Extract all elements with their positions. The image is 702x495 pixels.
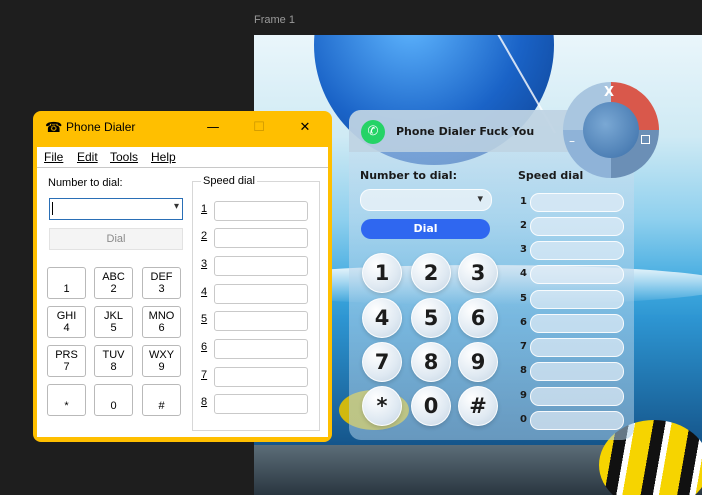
speed-dial-button-3[interactable] <box>214 256 308 276</box>
classic-client-area: File Edit Tools Help Number to dial: ▾ D… <box>37 147 328 437</box>
glass-speed-dial-number: 7 <box>520 341 527 352</box>
chevron-down-icon[interactable]: ▾ <box>174 201 179 212</box>
glass-speed-dial-button-6[interactable] <box>530 314 624 333</box>
glass-number-combobox[interactable]: ▾ <box>360 189 492 211</box>
speed-dial-number: 5 <box>201 313 208 325</box>
glass-minimize-button[interactable]: – <box>569 134 575 148</box>
key-0[interactable]: 0 <box>94 384 133 416</box>
glass-speed-dial-number: 0 <box>520 414 527 425</box>
speed-dial-number: 7 <box>201 369 208 381</box>
glass-speed-dial-number: 3 <box>520 244 527 255</box>
chevron-down-icon[interactable]: ▾ <box>477 192 483 205</box>
glass-speed-dial-number: 2 <box>520 220 527 231</box>
glass-speed-dial-number: 4 <box>520 268 527 279</box>
glass-speed-dial-number: 1 <box>520 196 527 207</box>
glass-maximize-button[interactable] <box>641 135 650 144</box>
key-9[interactable]: WXY 9 <box>142 345 181 377</box>
glass-speed-dial-number: 5 <box>520 293 527 304</box>
dial-button[interactable]: Dial <box>49 228 183 250</box>
glass-key-2[interactable]: 2 <box>411 253 451 293</box>
glass-speed-dial-button-5[interactable] <box>530 290 624 309</box>
speed-dial-number: 6 <box>201 341 208 353</box>
control-ring-center <box>583 102 639 158</box>
text-caret <box>52 202 53 215</box>
glass-speed-dial-button-2[interactable] <box>530 217 624 236</box>
speed-dial-number: 4 <box>201 286 208 298</box>
classic-dialer-window: ☎ Phone Dialer — ☐ ✕ File Edit Tools Hel… <box>33 111 332 442</box>
glass-dial-button[interactable]: Dial <box>361 219 490 239</box>
maximize-button[interactable]: ☐ <box>244 117 274 139</box>
speed-dial-number: 3 <box>201 258 208 270</box>
key-6[interactable]: MNO 6 <box>142 306 181 338</box>
glass-speed-dial-label: Speed dial <box>518 169 584 182</box>
speed-dial-button-7[interactable] <box>214 367 308 387</box>
speed-dial-button-4[interactable] <box>214 284 308 304</box>
glass-key-3[interactable]: 3 <box>458 253 498 293</box>
close-button[interactable]: ✕ <box>290 117 320 139</box>
menu-tools[interactable]: Tools <box>110 150 138 164</box>
glass-speed-dial-number: 8 <box>520 365 527 376</box>
menu-bar: File Edit Tools Help <box>37 147 328 168</box>
speed-dial-button-1[interactable] <box>214 201 308 221</box>
glass-speed-dial-button-4[interactable] <box>530 265 624 284</box>
frame-label: Frame 1 <box>254 14 295 26</box>
whatsapp-icon: ✆ <box>361 120 385 144</box>
phone-app-icon: ☎ <box>45 120 63 136</box>
glass-number-to-dial-label: Number to dial: <box>360 169 457 182</box>
classic-window-title: Phone Dialer <box>66 120 136 134</box>
glass-key-5[interactable]: 5 <box>411 298 451 338</box>
number-to-dial-combobox[interactable]: ▾ <box>49 198 183 220</box>
number-to-dial-label: Number to dial: <box>48 177 123 189</box>
classic-title-bar[interactable]: ☎ Phone Dialer — ☐ ✕ <box>33 111 332 147</box>
speed-dial-label: Speed dial <box>201 175 257 187</box>
speed-dial-button-8[interactable] <box>214 394 308 414</box>
glass-key-1[interactable]: 1 <box>362 253 402 293</box>
speed-dial-button-2[interactable] <box>214 228 308 248</box>
glass-key-8[interactable]: 8 <box>411 342 451 382</box>
key-1[interactable]: 1 <box>47 267 86 299</box>
key-star[interactable]: * <box>47 384 86 416</box>
speed-dial-button-6[interactable] <box>214 339 308 359</box>
glass-speed-dial-number: 6 <box>520 317 527 328</box>
speed-dial-number: 1 <box>201 203 208 215</box>
glass-key-4[interactable]: 4 <box>362 298 402 338</box>
key-2[interactable]: ABC 2 <box>94 267 133 299</box>
menu-edit[interactable]: Edit <box>77 150 98 164</box>
glass-window-title: Phone Dialer Fuck You <box>396 125 535 138</box>
key-5[interactable]: JKL 5 <box>94 306 133 338</box>
key-hash[interactable]: # <box>142 384 181 416</box>
glass-speed-dial-button-7[interactable] <box>530 338 624 357</box>
menu-help[interactable]: Help <box>151 150 176 164</box>
speed-dial-number: 8 <box>201 396 208 408</box>
glass-key-6[interactable]: 6 <box>458 298 498 338</box>
glass-speed-dial-button-9[interactable] <box>530 387 624 406</box>
glass-close-button[interactable]: X <box>604 85 614 100</box>
key-3[interactable]: DEF 3 <box>142 267 181 299</box>
speed-dial-button-5[interactable] <box>214 311 308 331</box>
key-7[interactable]: PRS 7 <box>47 345 86 377</box>
glass-key-hash[interactable]: # <box>458 386 498 426</box>
glass-key-7[interactable]: 7 <box>362 342 402 382</box>
glass-speed-dial-button-3[interactable] <box>530 241 624 260</box>
glass-key-star[interactable]: * <box>362 386 402 426</box>
key-8[interactable]: TUV 8 <box>94 345 133 377</box>
glass-speed-dial-button-8[interactable] <box>530 362 624 381</box>
glass-key-9[interactable]: 9 <box>458 342 498 382</box>
glass-speed-dial-button-0[interactable] <box>530 411 624 430</box>
glass-key-0[interactable]: 0 <box>411 386 451 426</box>
glass-speed-dial-number: 9 <box>520 390 527 401</box>
menu-file[interactable]: File <box>44 150 63 164</box>
speed-dial-number: 2 <box>201 230 208 242</box>
glass-speed-dial-button-1[interactable] <box>530 193 624 212</box>
key-4[interactable]: GHI 4 <box>47 306 86 338</box>
minimize-button[interactable]: — <box>198 117 228 139</box>
